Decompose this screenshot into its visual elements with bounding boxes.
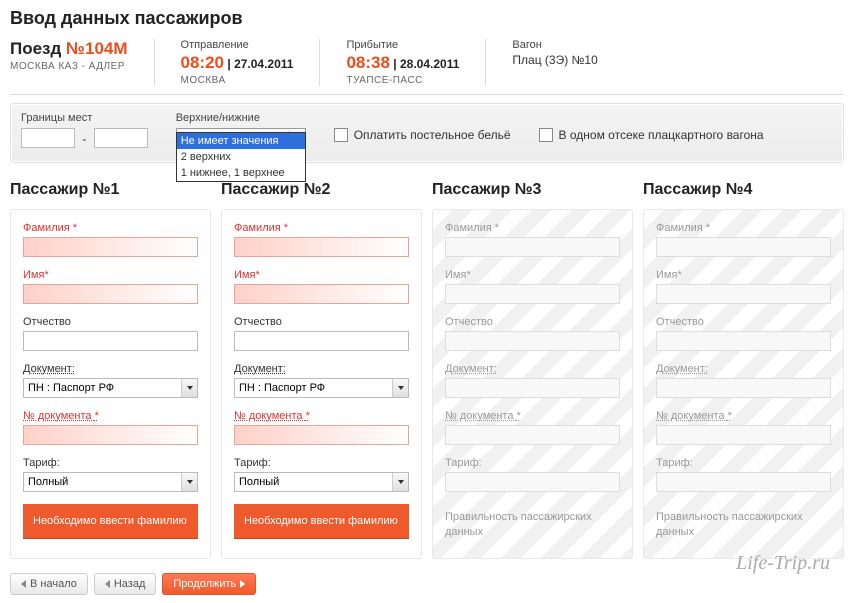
arrival-date: 28.04.2011 [400,57,459,71]
inactive-note: Правильность пассажирских данных [656,510,831,541]
train-info-bar: Поезд №104М МОСКВА КАЗ - АДЛЕР Отправлен… [10,39,844,95]
name-input[interactable] [656,284,831,304]
passenger-title-2: Пассажир №2 [221,181,422,199]
passenger-title-4: Пассажир №4 [643,181,844,199]
train-route: МОСКВА КАЗ - АДЛЕР [10,61,128,72]
passenger-col-4: Пассажир №4 Фамилия * Имя* Отчество Доку… [643,181,844,559]
chevron-down-icon [181,473,197,491]
name-input[interactable] [445,284,620,304]
tariff-select[interactable] [23,472,198,492]
surname-input[interactable] [656,237,831,257]
train-number: №104М [66,39,127,58]
arrival-time: 08:38 [346,53,389,72]
departure-label: Отправление [181,39,294,51]
position-label: Верхние/нижние [176,112,306,124]
car-block: Вагон Плац (3Э) №10 [512,39,597,86]
checkbox-icon [539,128,553,142]
docnum-input[interactable] [23,425,198,445]
start-button[interactable]: В начало [10,573,88,595]
arrival-block: Прибытие 08:38 | 28.04.2011 ТУАПСЕ-ПАСС [346,39,459,86]
validation-warning: Необходимо ввести фамилию [234,504,409,538]
document-field: Документ: [23,363,198,398]
surname-input[interactable] [445,237,620,257]
linen-label: Оплатить постельное бельё [354,128,511,142]
chevron-down-icon [392,379,408,397]
passenger-box-2: Фамилия * Имя* Отчество Документ: № доку… [221,209,422,559]
arrival-station: ТУАПСЕ-ПАСС [346,75,459,86]
back-button[interactable]: Назад [94,573,157,595]
patronymic-input[interactable] [234,331,409,351]
seat-from-input[interactable] [21,128,75,148]
departure-time: 08:20 [181,53,224,72]
passenger-col-3: Пассажир №3 Фамилия * Имя* Отчество Доку… [432,181,633,559]
surname-field: Фамилия * [23,222,198,257]
watermark: Life-Trip.ru [736,552,830,575]
seat-dash: - [82,132,86,146]
tariff-field: Тариф: [23,457,198,492]
continue-button[interactable]: Продолжить [162,573,256,595]
docnum-input[interactable] [445,425,620,445]
surname-input[interactable] [23,237,198,257]
position-option-2[interactable]: 1 нижнее, 1 верхнее [177,165,305,181]
name-input[interactable] [234,284,409,304]
passenger-box-3: Фамилия * Имя* Отчество Документ: № доку… [432,209,633,559]
triangle-left-icon [21,580,26,588]
seat-bounds-label: Границы мест [21,112,148,124]
tariff-select[interactable] [445,472,620,492]
departure-date: 27.04.2011 [234,57,293,71]
passenger-col-1: Пассажир №1 Фамилия * Имя* Отчество Доку… [10,181,211,559]
document-select[interactable] [234,378,409,398]
passenger-title-1: Пассажир №1 [10,181,211,199]
arrival-label: Прибытие [346,39,459,51]
position-option-1[interactable]: 2 верхних [177,149,305,165]
document-select[interactable] [23,378,198,398]
compartment-checkbox-group[interactable]: В одном отсеке плацкартного вагона [539,128,764,142]
linen-checkbox-group[interactable]: Оплатить постельное бельё [334,128,511,142]
patronymic-input[interactable] [23,331,198,351]
position-group: Верхние/нижние Не имеет значения Не имее… [176,112,306,148]
docnum-input[interactable] [656,425,831,445]
name-input[interactable] [23,284,198,304]
departure-block: Отправление 08:20 | 27.04.2011 МОСКВА [181,39,294,86]
compartment-label: В одном отсеке плацкартного вагона [559,128,764,142]
tariff-select[interactable] [656,472,831,492]
document-select[interactable] [445,378,620,398]
passenger-title-3: Пассажир №3 [432,181,633,199]
position-option-0[interactable]: Не имеет значения [177,133,305,149]
patronymic-field: Отчество [23,316,198,351]
position-dropdown: Не имеет значения 2 верхних 1 нижнее, 1 … [176,132,306,182]
passenger-box-4: Фамилия * Имя* Отчество Документ: № доку… [643,209,844,559]
triangle-right-icon [240,580,245,588]
seat-to-input[interactable] [94,128,148,148]
tariff-select[interactable] [234,472,409,492]
departure-station: МОСКВА [181,75,294,86]
patronymic-input[interactable] [656,331,831,351]
validation-warning: Необходимо ввести фамилию [23,504,198,538]
inactive-note: Правильность пассажирских данных [445,510,620,541]
car-value: Плац (3Э) №10 [512,53,597,67]
docnum-input[interactable] [234,425,409,445]
nav-buttons: В начало Назад Продолжить [10,573,844,595]
passenger-col-2: Пассажир №2 Фамилия * Имя* Отчество Доку… [221,181,422,559]
triangle-left-icon [105,580,110,588]
docnum-field: № документа * [23,410,198,445]
seat-bounds-group: Границы мест - [21,112,148,148]
passenger-box-1: Фамилия * Имя* Отчество Документ: № доку… [10,209,211,559]
checkbox-icon [334,128,348,142]
chevron-down-icon [392,473,408,491]
train-label: Поезд [10,39,61,58]
document-select[interactable] [656,378,831,398]
train-block: Поезд №104М МОСКВА КАЗ - АДЛЕР [10,39,128,86]
options-bar: Границы мест - Верхние/нижние Не имеет з… [10,103,844,163]
chevron-down-icon [181,379,197,397]
passengers-row: Пассажир №1 Фамилия * Имя* Отчество Доку… [10,181,844,559]
car-label: Вагон [512,39,597,51]
name-field: Имя* [23,269,198,304]
patronymic-input[interactable] [445,331,620,351]
page-title: Ввод данных пассажиров [10,8,844,29]
surname-input[interactable] [234,237,409,257]
